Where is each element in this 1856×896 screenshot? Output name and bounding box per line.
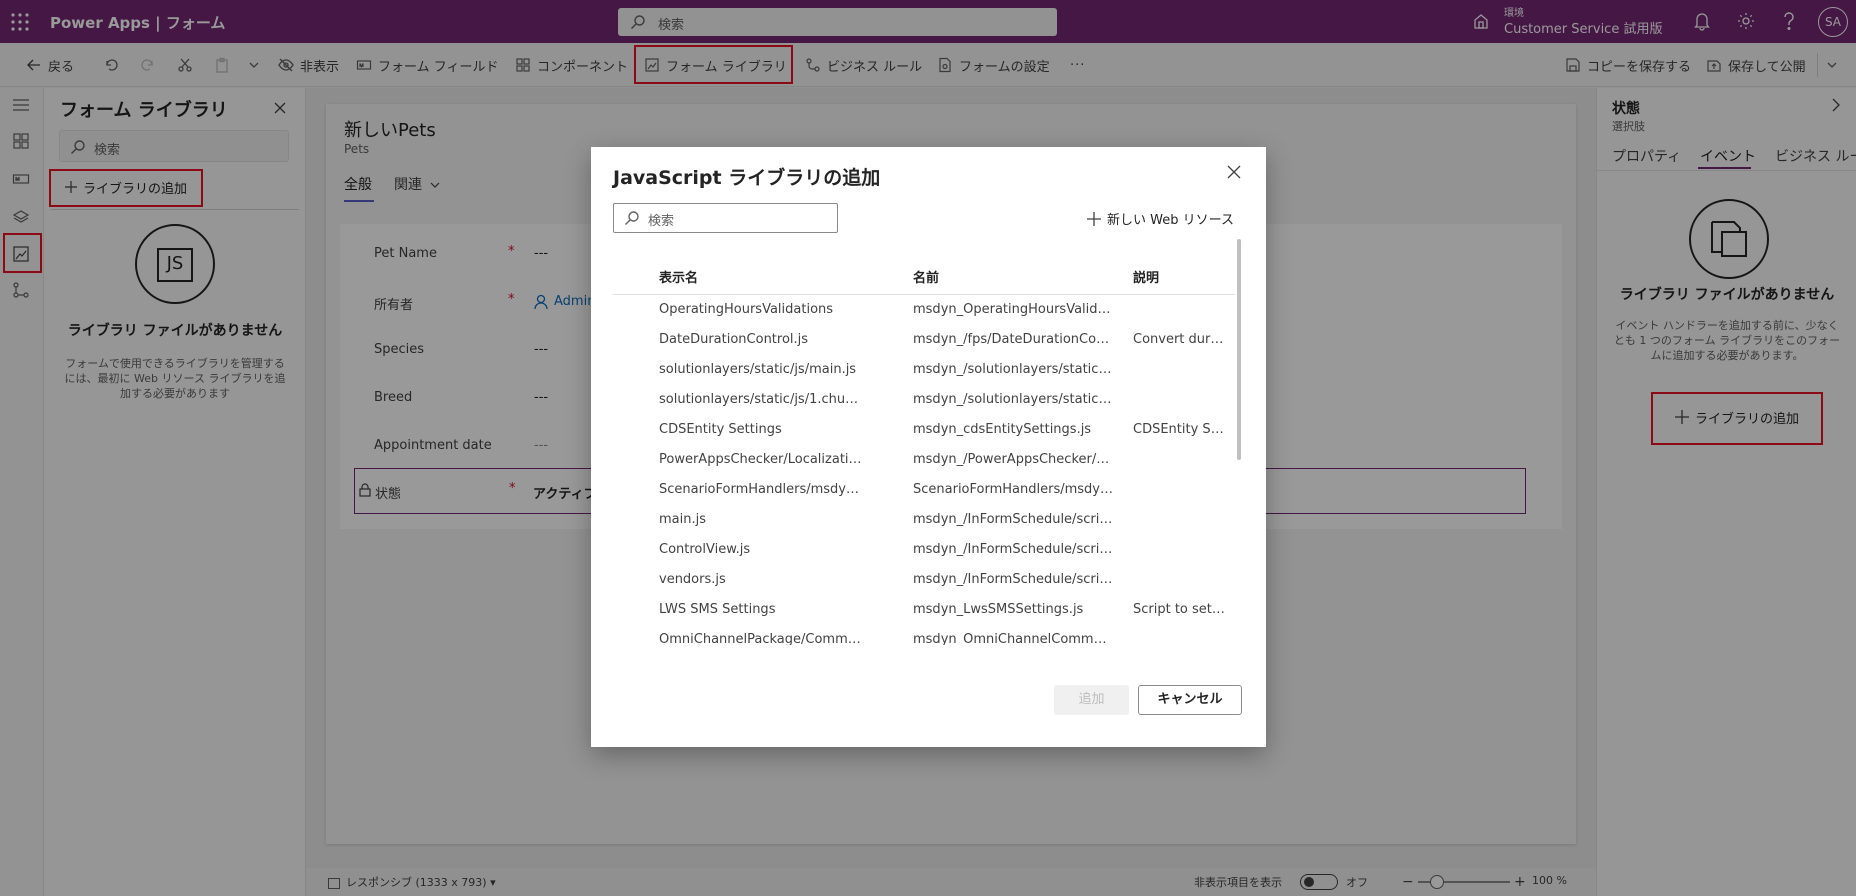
library-list: OperatingHoursValidations msdyn_Operating… bbox=[613, 295, 1235, 645]
cell-description: CDSEntity Sett... bbox=[1133, 422, 1227, 437]
table-row[interactable]: PowerAppsChecker/Localization/Resou... ms… bbox=[613, 445, 1235, 475]
table-row[interactable]: OperatingHoursValidations msdyn_Operating… bbox=[613, 295, 1235, 325]
search-placeholder: 検索 bbox=[648, 214, 675, 229]
cell-display-name: OmniChannelPackage/CommandBarAc... bbox=[659, 632, 865, 645]
cell-description: Convert durati... bbox=[1133, 332, 1227, 347]
cell-name: msdyn_/fps/DateDurationControl... bbox=[913, 332, 1113, 347]
cell-display-name: DateDurationControl.js bbox=[659, 332, 809, 347]
add-button[interactable]: 追加 bbox=[1054, 685, 1129, 715]
table-row[interactable]: solutionlayers/static/js/1.chunk.js msdyn… bbox=[613, 385, 1235, 415]
table-row[interactable]: vendors.js msdyn_/InFormSchedule/script/d… bbox=[613, 565, 1235, 595]
cell-display-name: ScenarioFormHandlers/msdyn_TypeFie... bbox=[659, 482, 865, 497]
column-header-name[interactable]: 名前 bbox=[913, 267, 939, 286]
cell-display-name: main.js bbox=[659, 512, 706, 527]
cell-name: msdyn_/solutionlayers/static/js/1... bbox=[913, 392, 1113, 407]
cell-name: msdyn_LwsSMSSettings.js bbox=[913, 602, 1084, 617]
cell-name: msdyn_/InFormSchedule/script/d... bbox=[913, 542, 1113, 557]
cell-name: msdyn_cdsEntitySettings.js bbox=[913, 422, 1092, 437]
dialog-search-input[interactable]: 検索 bbox=[613, 203, 838, 233]
table-row[interactable]: DateDurationControl.js msdyn_/fps/DateDur… bbox=[613, 325, 1235, 355]
table-row[interactable]: CDSEntity Settings msdyn_cdsEntitySetting… bbox=[613, 415, 1235, 445]
scrollbar[interactable] bbox=[1237, 239, 1241, 460]
cell-display-name: ControlView.js bbox=[659, 542, 751, 557]
table-row[interactable]: ScenarioFormHandlers/msdyn_TypeFie... Sce… bbox=[613, 475, 1235, 505]
cell-display-name: vendors.js bbox=[659, 572, 726, 587]
table-row[interactable]: main.js msdyn_/InFormSchedule/script/d... bbox=[613, 505, 1235, 535]
table-row[interactable]: LWS SMS Settings msdyn_LwsSMSSettings.js S… bbox=[613, 595, 1235, 625]
cell-name: msdyn_/InFormSchedule/script/d... bbox=[913, 572, 1113, 587]
cell-name: msdyn_OperatingHoursValidatio... bbox=[913, 302, 1113, 317]
column-header-display-name[interactable]: 表示名 bbox=[659, 267, 698, 286]
new-web-resource-label: 新しい Web リソース bbox=[1107, 213, 1234, 228]
table-row[interactable]: solutionlayers/static/js/main.js msdyn_/s… bbox=[613, 355, 1235, 385]
table-header: 表示名 名前 説明 bbox=[613, 255, 1235, 295]
cell-name: msdyn_OmniChannelCommandB... bbox=[913, 632, 1113, 645]
table-row[interactable]: OmniChannelPackage/CommandBarAc... msdyn_… bbox=[613, 625, 1235, 645]
cell-name: msdyn_/InFormSchedule/script/d... bbox=[913, 512, 1113, 527]
cell-display-name: LWS SMS Settings bbox=[659, 602, 776, 617]
table-row[interactable]: ControlView.js msdyn_/InFormSchedule/scri… bbox=[613, 535, 1235, 565]
cell-display-name: PowerAppsChecker/Localization/Resou... bbox=[659, 452, 865, 467]
cell-name: ScenarioFormHandlers/msdyn_Ty... bbox=[913, 482, 1113, 497]
cell-description: Script to set vi... bbox=[1133, 602, 1227, 617]
cell-display-name: solutionlayers/static/js/main.js bbox=[659, 362, 857, 377]
add-js-library-dialog: JavaScript ライブラリの追加 検索 新しい Web リソース 表示名 … bbox=[591, 147, 1266, 747]
cell-display-name: CDSEntity Settings bbox=[659, 422, 782, 437]
search-icon bbox=[624, 210, 640, 226]
cell-display-name: OperatingHoursValidations bbox=[659, 302, 834, 317]
close-icon[interactable] bbox=[1227, 165, 1241, 179]
column-header-description[interactable]: 説明 bbox=[1133, 267, 1159, 286]
plus-icon bbox=[1087, 211, 1101, 226]
cell-display-name: solutionlayers/static/js/1.chunk.js bbox=[659, 392, 865, 407]
dialog-title: JavaScript ライブラリの追加 bbox=[613, 167, 881, 189]
cancel-button[interactable]: キャンセル bbox=[1138, 685, 1242, 715]
cell-name: msdyn_/PowerAppsChecker/Loca... bbox=[913, 452, 1113, 467]
cell-name: msdyn_/solutionlayers/static/js/... bbox=[913, 362, 1113, 377]
new-web-resource-button[interactable]: 新しい Web リソース bbox=[1087, 209, 1234, 228]
